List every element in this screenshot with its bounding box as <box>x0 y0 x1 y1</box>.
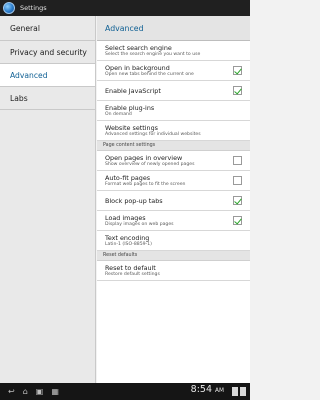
settings-sidebar: General Privacy and security Advanced La… <box>0 16 96 383</box>
system-bar: ↩ ⌂ ▣ ▦ 8:54 AM <box>0 383 250 400</box>
setting-subtitle: Format web pages to fit the screen <box>105 181 186 187</box>
back-icon[interactable]: ↩ <box>8 387 15 396</box>
setting-enable-javascript[interactable]: Enable JavaScript <box>97 81 250 101</box>
setting-block-popup-tabs[interactable]: Block pop-up tabs <box>97 191 250 211</box>
window-title: Settings <box>20 4 47 12</box>
auto-fit-pages-checkbox[interactable] <box>233 176 242 185</box>
block-popup-tabs-checkbox[interactable] <box>233 196 242 205</box>
setting-subtitle: Show overview of newly opened pages <box>105 161 195 167</box>
setting-subtitle: Display images on web pages <box>105 221 174 227</box>
setting-enable-plugins[interactable]: Enable plug-ins On demand <box>97 101 250 121</box>
open-in-background-checkbox[interactable] <box>233 66 242 75</box>
setting-reset-to-default[interactable]: Reset to default Restore default setting… <box>97 261 250 281</box>
wifi-icon <box>232 387 238 396</box>
setting-subtitle: Advanced settings for individual website… <box>105 131 201 137</box>
setting-title: Website settings <box>105 123 158 132</box>
setting-open-pages-overview[interactable]: Open pages in overview Show overview of … <box>97 151 250 171</box>
sidebar-item-general[interactable]: General <box>0 16 95 41</box>
clock: 8:54 AM <box>191 384 224 395</box>
sidebar-item-privacy[interactable]: Privacy and security <box>0 41 95 64</box>
setting-website-settings[interactable]: Website settings Advanced settings for i… <box>97 121 250 141</box>
setting-subtitle: Select the search engine you want to use <box>105 51 201 57</box>
enable-javascript-checkbox[interactable] <box>233 86 242 95</box>
setting-title: Block pop-up tabs <box>105 196 163 205</box>
setting-subtitle: On demand <box>105 111 132 117</box>
setting-subtitle: Restore default settings <box>105 271 160 277</box>
setting-select-search-engine[interactable]: Select search engine Select the search e… <box>97 41 250 61</box>
setting-auto-fit-pages[interactable]: Auto-fit pages Format web pages to fit t… <box>97 171 250 191</box>
sidebar-item-labs[interactable]: Labs <box>0 87 95 110</box>
setting-open-in-background[interactable]: Open in background Open new tabs behind … <box>97 61 250 81</box>
battery-icon <box>240 387 246 396</box>
setting-title: Enable JavaScript <box>105 86 161 95</box>
setting-title: Open in background <box>105 63 170 72</box>
setting-title: Select search engine <box>105 43 172 52</box>
load-images-checkbox[interactable] <box>233 216 242 225</box>
setting-title: Auto-fit pages <box>105 173 151 182</box>
sidebar-item-label: Advanced <box>10 70 48 80</box>
open-pages-overview-checkbox[interactable] <box>233 156 242 165</box>
sidebar-item-advanced[interactable]: Advanced <box>0 64 95 87</box>
sidebar-item-label: General <box>10 23 40 33</box>
section-header-page-content: Page content settings <box>97 141 250 151</box>
setting-title: Text encoding <box>105 233 150 242</box>
screenshot-icon[interactable]: ▦ <box>51 387 59 396</box>
setting-title: Reset to default <box>105 263 156 272</box>
sidebar-item-label: Labs <box>10 93 28 103</box>
settings-panel: Advanced Select search engine Select the… <box>97 16 250 383</box>
sidebar-item-label: Privacy and security <box>10 47 87 57</box>
setting-title: Open pages in overview <box>105 153 183 162</box>
browser-globe-icon <box>3 2 15 14</box>
clock-time: 8:54 <box>190 384 212 395</box>
panel-title: Advanced <box>97 16 250 41</box>
setting-title: Load images <box>105 213 146 222</box>
setting-subtitle: Latin-1 (ISO-8859-1) <box>105 241 152 247</box>
setting-title: Enable plug-ins <box>105 103 155 112</box>
recent-apps-icon[interactable]: ▣ <box>36 387 44 396</box>
title-bar: Settings <box>0 0 250 16</box>
setting-text-encoding[interactable]: Text encoding Latin-1 (ISO-8859-1) <box>97 231 250 251</box>
clock-ampm: AM <box>215 388 224 394</box>
section-header-reset-defaults: Reset defaults <box>97 251 250 261</box>
home-icon[interactable]: ⌂ <box>23 387 28 396</box>
setting-load-images[interactable]: Load images Display images on web pages <box>97 211 250 231</box>
setting-subtitle: Open new tabs behind the current one <box>105 71 194 77</box>
